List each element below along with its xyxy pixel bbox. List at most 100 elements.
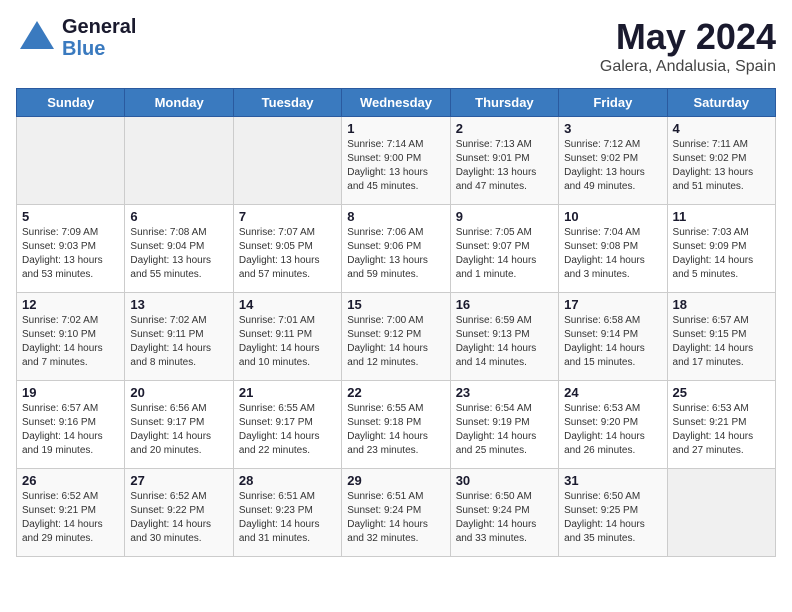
day-number: 5 [22,209,119,224]
day-info: Sunrise: 6:54 AMSunset: 9:19 PMDaylight:… [456,402,553,458]
day-info: Sunrise: 6:59 AMSunset: 9:13 PMDaylight:… [456,314,553,370]
day-number: 23 [456,385,553,400]
day-number: 17 [564,297,661,312]
day-info: Sunrise: 7:03 AMSunset: 9:09 PMDaylight:… [673,226,770,282]
calendar-cell: 12 Sunrise: 7:02 AMSunset: 9:10 PMDayligh… [17,293,125,381]
day-number: 28 [239,473,336,488]
logo-text-blue: Blue [62,38,136,60]
day-info: Sunrise: 6:51 AMSunset: 9:24 PMDaylight:… [347,490,444,546]
day-info: Sunrise: 7:11 AMSunset: 9:02 PMDaylight:… [673,138,770,194]
day-number: 21 [239,385,336,400]
calendar-cell [233,117,341,205]
day-info: Sunrise: 6:52 AMSunset: 9:22 PMDaylight:… [130,490,227,546]
calendar-week-row: 19 Sunrise: 6:57 AMSunset: 9:16 PMDayligh… [17,381,776,469]
calendar-week-row: 26Sunrise: 6:52 AMSunset: 9:21 PMDayligh… [17,469,776,557]
day-info: Sunrise: 6:53 AMSunset: 9:21 PMDaylight:… [673,402,770,458]
calendar-cell: 6 Sunrise: 7:08 AMSunset: 9:04 PMDaylight… [125,205,233,293]
day-number: 18 [673,297,770,312]
calendar-cell: 5 Sunrise: 7:09 AMSunset: 9:03 PMDaylight… [17,205,125,293]
day-number: 19 [22,385,119,400]
calendar-cell: 1 Sunrise: 7:14 AMSunset: 9:00 PMDaylight… [342,117,450,205]
calendar-cell: 31 Sunrise: 6:50 AMSunset: 9:25 PMDayligh… [559,469,667,557]
calendar-cell: 17 Sunrise: 6:58 AMSunset: 9:14 PMDayligh… [559,293,667,381]
header-tuesday: Tuesday [233,89,341,117]
logo: General Blue [16,16,136,60]
header-sunday: Sunday [17,89,125,117]
day-number: 13 [130,297,227,312]
logo-text-general: General [62,16,136,38]
calendar-cell: 10 Sunrise: 7:04 AMSunset: 9:08 PMDayligh… [559,205,667,293]
day-number: 1 [347,121,444,136]
day-info: Sunrise: 6:55 AMSunset: 9:18 PMDaylight:… [347,402,444,458]
calendar-cell: 11Sunrise: 7:03 AMSunset: 9:09 PMDayligh… [667,205,775,293]
day-number: 9 [456,209,553,224]
day-info: Sunrise: 6:50 AMSunset: 9:25 PMDaylight:… [564,490,661,546]
calendar-cell [125,117,233,205]
day-number: 26 [22,473,119,488]
day-number: 24 [564,385,661,400]
day-info: Sunrise: 7:02 AMSunset: 9:11 PMDaylight:… [130,314,227,370]
day-info: Sunrise: 7:01 AMSunset: 9:11 PMDaylight:… [239,314,336,370]
day-info: Sunrise: 6:50 AMSunset: 9:24 PMDaylight:… [456,490,553,546]
day-info: Sunrise: 7:12 AMSunset: 9:02 PMDaylight:… [564,138,661,194]
header-saturday: Saturday [667,89,775,117]
calendar-cell [667,469,775,557]
header-wednesday: Wednesday [342,89,450,117]
day-number: 22 [347,385,444,400]
day-number: 14 [239,297,336,312]
calendar-body: 1 Sunrise: 7:14 AMSunset: 9:00 PMDaylight… [17,117,776,557]
calendar-cell: 26Sunrise: 6:52 AMSunset: 9:21 PMDayligh… [17,469,125,557]
day-info: Sunrise: 7:07 AMSunset: 9:05 PMDaylight:… [239,226,336,282]
day-number: 10 [564,209,661,224]
day-info: Sunrise: 6:51 AMSunset: 9:23 PMDaylight:… [239,490,336,546]
calendar-cell: 3 Sunrise: 7:12 AMSunset: 9:02 PMDaylight… [559,117,667,205]
day-info: Sunrise: 7:02 AMSunset: 9:10 PMDaylight:… [22,314,119,370]
calendar-cell: 27 Sunrise: 6:52 AMSunset: 9:22 PMDayligh… [125,469,233,557]
day-info: Sunrise: 7:14 AMSunset: 9:00 PMDaylight:… [347,138,444,194]
title-block: May 2024 Galera, Andalusia, Spain [600,16,776,76]
day-info: Sunrise: 6:57 AMSunset: 9:16 PMDaylight:… [22,402,119,458]
calendar-week-row: 12 Sunrise: 7:02 AMSunset: 9:10 PMDayligh… [17,293,776,381]
calendar-cell: 24 Sunrise: 6:53 AMSunset: 9:20 PMDayligh… [559,381,667,469]
calendar-cell: 16 Sunrise: 6:59 AMSunset: 9:13 PMDayligh… [450,293,558,381]
day-number: 12 [22,297,119,312]
calendar-week-row: 5 Sunrise: 7:09 AMSunset: 9:03 PMDaylight… [17,205,776,293]
day-number: 2 [456,121,553,136]
day-number: 4 [673,121,770,136]
day-info: Sunrise: 7:00 AMSunset: 9:12 PMDaylight:… [347,314,444,370]
calendar-cell: 13 Sunrise: 7:02 AMSunset: 9:11 PMDayligh… [125,293,233,381]
day-info: Sunrise: 6:58 AMSunset: 9:14 PMDaylight:… [564,314,661,370]
calendar-cell: 22 Sunrise: 6:55 AMSunset: 9:18 PMDayligh… [342,381,450,469]
day-number: 6 [130,209,227,224]
day-info: Sunrise: 7:09 AMSunset: 9:03 PMDaylight:… [22,226,119,282]
day-number: 3 [564,121,661,136]
day-info: Sunrise: 7:13 AMSunset: 9:01 PMDaylight:… [456,138,553,194]
calendar-week-row: 1 Sunrise: 7:14 AMSunset: 9:00 PMDaylight… [17,117,776,205]
calendar-cell: 20Sunrise: 6:56 AMSunset: 9:17 PMDayligh… [125,381,233,469]
day-info: Sunrise: 6:57 AMSunset: 9:15 PMDaylight:… [673,314,770,370]
page-header: General Blue May 2024 Galera, Andalusia,… [16,16,776,76]
day-number: 15 [347,297,444,312]
day-info: Sunrise: 7:04 AMSunset: 9:08 PMDaylight:… [564,226,661,282]
day-number: 20 [130,385,227,400]
calendar-cell: 30Sunrise: 6:50 AMSunset: 9:24 PMDayligh… [450,469,558,557]
calendar-cell: 23 Sunrise: 6:54 AMSunset: 9:19 PMDayligh… [450,381,558,469]
day-info: Sunrise: 7:06 AMSunset: 9:06 PMDaylight:… [347,226,444,282]
day-number: 7 [239,209,336,224]
calendar-cell: 8 Sunrise: 7:06 AMSunset: 9:06 PMDaylight… [342,205,450,293]
calendar-cell: 28 Sunrise: 6:51 AMSunset: 9:23 PMDayligh… [233,469,341,557]
day-info: Sunrise: 7:05 AMSunset: 9:07 PMDaylight:… [456,226,553,282]
calendar-cell: 2 Sunrise: 7:13 AMSunset: 9:01 PMDaylight… [450,117,558,205]
day-number: 16 [456,297,553,312]
calendar-cell [17,117,125,205]
day-number: 31 [564,473,661,488]
day-info: Sunrise: 7:08 AMSunset: 9:04 PMDaylight:… [130,226,227,282]
day-number: 29 [347,473,444,488]
day-info: Sunrise: 6:55 AMSunset: 9:17 PMDaylight:… [239,402,336,458]
day-number: 8 [347,209,444,224]
calendar-header-row: SundayMondayTuesdayWednesdayThursdayFrid… [17,89,776,117]
day-number: 27 [130,473,227,488]
calendar-table: SundayMondayTuesdayWednesdayThursdayFrid… [16,88,776,557]
day-info: Sunrise: 6:53 AMSunset: 9:20 PMDaylight:… [564,402,661,458]
header-friday: Friday [559,89,667,117]
